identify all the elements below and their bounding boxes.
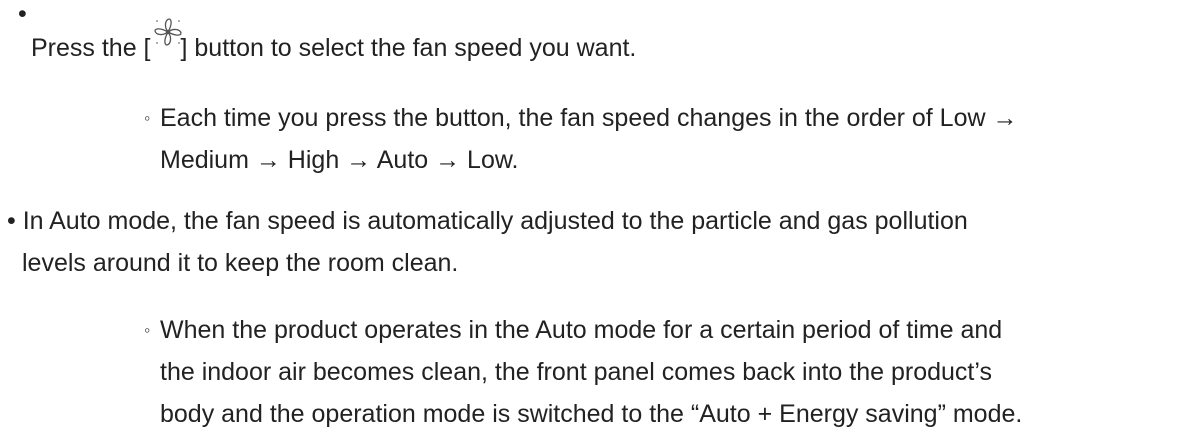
instruction-text-start: Press the [: [31, 34, 151, 62]
fan-icon: [151, 18, 182, 59]
item-text: In Auto mode, the fan speed is automatic…: [22, 207, 968, 235]
sub-item-line-1: ◦ Each time you press the button, the fan…: [144, 97, 1017, 139]
item-line-1: • In Auto mode, the fan speed is automat…: [7, 200, 968, 242]
sub-bullet-marker: ◦: [144, 320, 151, 340]
item-text: levels around it to keep the room clean.: [22, 249, 459, 277]
sub-item-line-2: Medium → High → Auto → Low.: [160, 139, 518, 181]
sub-item-line-1: ◦ When the product operates in the Auto m…: [144, 309, 1002, 351]
sub-item-text: Medium → High → Auto → Low.: [160, 146, 519, 174]
item-line-2: levels around it to keep the room clean.: [22, 242, 458, 284]
bullet-marker: •: [18, 0, 27, 28]
sub-item-text: the indoor air becomes clean, the front …: [160, 358, 992, 386]
sub-item-text: When the product operates in the Auto mo…: [160, 316, 1003, 344]
bullet-marker: •: [7, 207, 16, 235]
sub-item-text: Each time you press the button, the fan …: [160, 104, 1018, 132]
instruction-text-end: ] button to select the fan speed you wan…: [180, 34, 637, 62]
sub-item-line-2: the indoor air becomes clean, the front …: [160, 351, 992, 393]
sub-item-line-3: body and the operation mode is switched …: [160, 393, 1022, 435]
sub-item-text: body and the operation mode is switched …: [160, 400, 1023, 428]
sub-bullet-marker: ◦: [144, 108, 151, 128]
instruction-line: Press the [ ] button to select the fan s…: [31, 18, 637, 69]
